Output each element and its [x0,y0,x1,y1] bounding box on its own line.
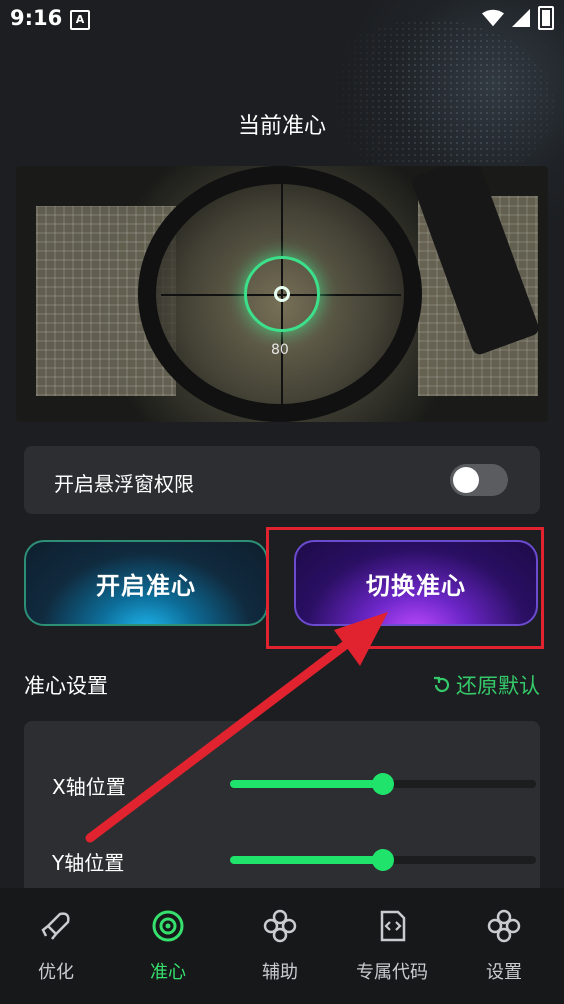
y-position-label: Y轴位置 [52,851,125,875]
rocket-icon [41,912,70,940]
y-position-slider-row: Y轴位置 [52,845,536,875]
x-position-fill [230,780,383,788]
nav-label-crosshair: 准心 [150,962,186,983]
clover-settings-icon [487,909,521,943]
hud-distance: 80 [271,342,289,358]
reticle-center-dot [274,286,290,302]
battery-icon [538,6,554,30]
overlay-permission-card: 开启悬浮窗权限 [24,446,540,514]
switch-knob [453,467,479,493]
nav-label-settings: 设置 [486,962,522,983]
nav-label-assist: 辅助 [262,962,298,983]
nav-item-optimize[interactable]: 优化 [0,888,112,1004]
status-bar: 9:16 A [0,0,564,40]
signal-icon [512,9,530,27]
globe-dots [304,20,554,190]
open-crosshair-label: 开启准心 [96,571,196,600]
crosshair-settings-title: 准心设置 [24,674,108,698]
wifi-icon [482,9,504,27]
nav-item-assist[interactable]: 辅助 [224,888,336,1004]
page-title: 当前准心 [237,114,326,139]
status-time: 9:16 [10,6,63,30]
nav-item-exclusive-code[interactable]: 专属代码 [336,888,448,1004]
y-position-fill [230,856,383,864]
overlay-permission-label: 开启悬浮窗权限 [54,472,194,496]
nav-label-exclusive-code: 专属代码 [356,962,428,983]
reset-icon [434,676,450,693]
reset-default-button[interactable]: 还原默认 [432,670,540,700]
y-position-slider[interactable] [230,849,536,871]
nav-item-settings[interactable]: 设置 [448,888,560,1004]
nav-item-crosshair[interactable]: 准心 [112,888,224,1004]
annotation-highlight-box [266,527,544,649]
clover-icon [263,909,297,943]
overlay-permission-switch[interactable] [450,464,508,496]
code-file-icon [380,910,406,942]
x-position-slider-row: X轴位置 [52,769,536,799]
y-position-thumb[interactable] [372,849,394,871]
x-position-slider[interactable] [230,773,536,795]
notification-a-icon: A [70,10,90,30]
bottom-nav: 优化 准心 辅助 专属代码 设置 [0,888,564,1004]
crosshair-preview: 80 [16,166,548,422]
system-icons [482,6,554,30]
nav-label-optimize: 优化 [38,962,74,983]
x-position-label: X轴位置 [52,775,126,799]
reset-default-label: 还原默认 [456,674,540,698]
crosshair-icon [152,910,184,942]
open-crosshair-button[interactable]: 开启准心 [24,540,268,626]
x-position-thumb[interactable] [372,773,394,795]
